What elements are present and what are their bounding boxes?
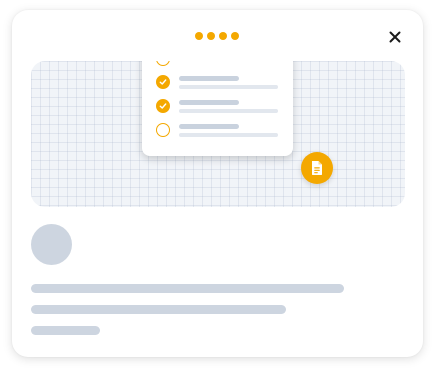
text-placeholder-line bbox=[31, 284, 344, 293]
checklist-item bbox=[156, 123, 281, 139]
checkbox-unchecked-icon bbox=[156, 123, 170, 137]
placeholder-line bbox=[179, 109, 278, 113]
checklist-card bbox=[142, 61, 293, 156]
step-indicator bbox=[195, 32, 239, 40]
placeholder-line bbox=[179, 124, 239, 129]
placeholder-line bbox=[179, 85, 278, 89]
step-dot bbox=[231, 32, 239, 40]
checkbox-checked-icon bbox=[156, 99, 170, 113]
avatar-placeholder bbox=[31, 224, 72, 265]
checkbox-unchecked-icon bbox=[156, 61, 170, 66]
text-placeholder-line bbox=[31, 326, 100, 335]
placeholder-line bbox=[179, 100, 239, 105]
document-badge bbox=[301, 152, 333, 184]
step-dot bbox=[195, 32, 203, 40]
text-placeholder-line bbox=[31, 305, 286, 314]
close-icon bbox=[389, 31, 401, 43]
placeholder-line bbox=[179, 133, 278, 137]
checklist-item bbox=[156, 99, 281, 115]
illustration-panel bbox=[31, 61, 405, 207]
onboarding-modal bbox=[12, 10, 423, 357]
checklist-item bbox=[156, 61, 281, 68]
checkbox-checked-icon bbox=[156, 75, 170, 89]
step-dot bbox=[219, 32, 227, 40]
document-icon bbox=[312, 161, 322, 175]
step-dot bbox=[207, 32, 215, 40]
close-button[interactable] bbox=[385, 27, 405, 47]
checklist-item bbox=[156, 75, 281, 91]
placeholder-line bbox=[179, 76, 239, 81]
